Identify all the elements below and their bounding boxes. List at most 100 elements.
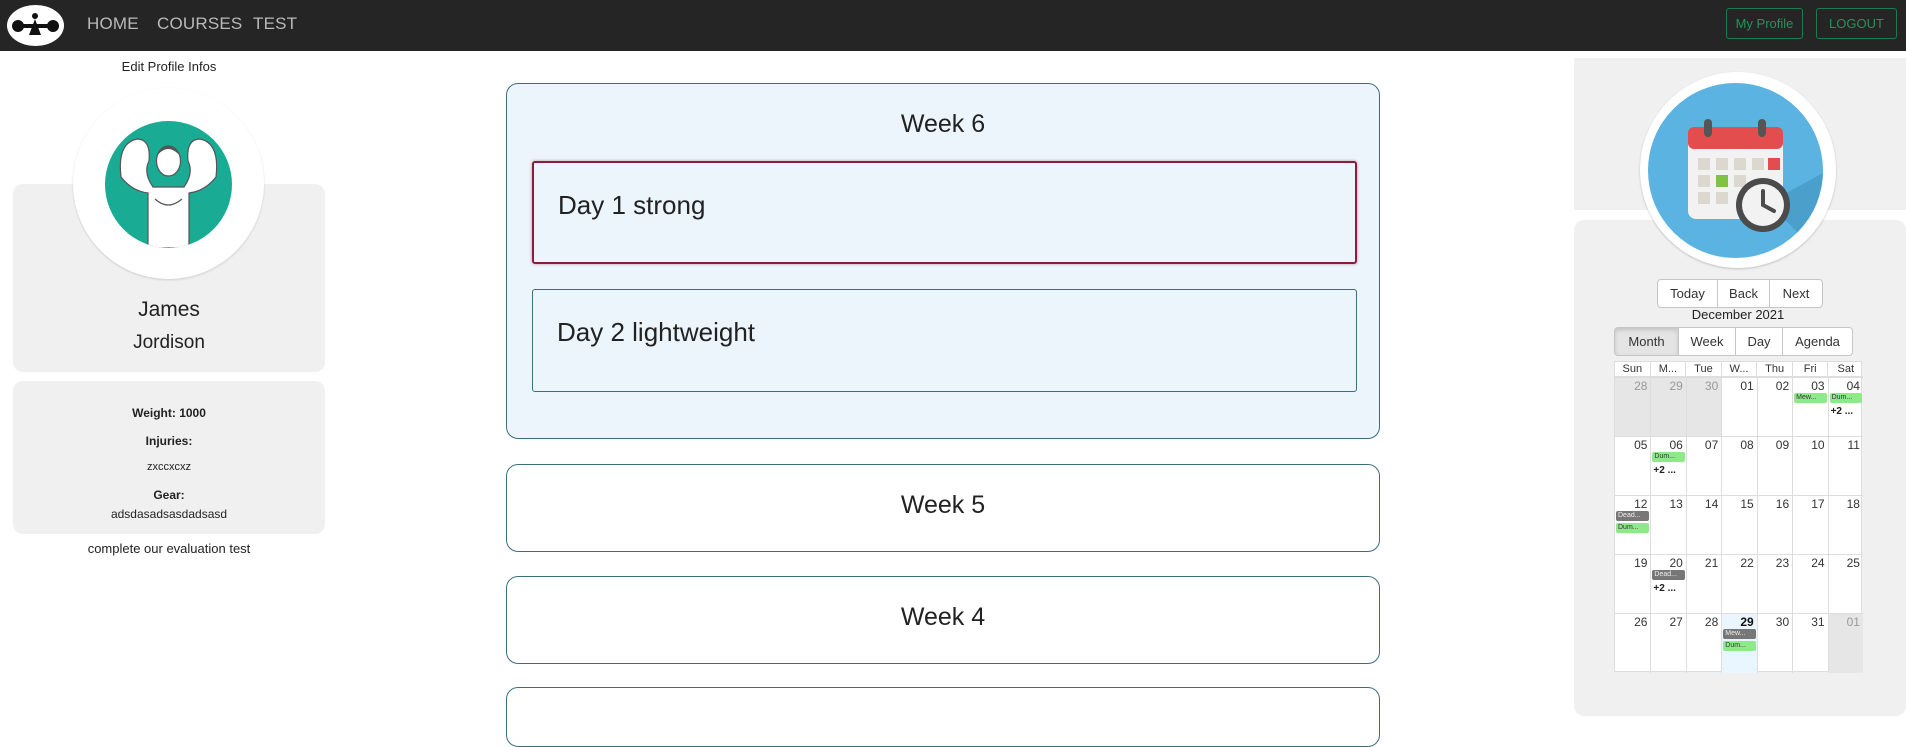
nav-home-link[interactable]: HOME xyxy=(87,14,139,34)
calendar-event[interactable]: Dum... xyxy=(1829,393,1862,403)
calendar-day-cell[interactable]: 15 xyxy=(1721,496,1756,555)
calendar-month-view-button[interactable]: Month xyxy=(1614,327,1679,356)
calendar-date-number[interactable]: 10 xyxy=(1811,438,1824,452)
calendar-date-number[interactable]: 05 xyxy=(1634,438,1647,452)
calendar-day-cell[interactable]: 19 xyxy=(1615,555,1650,614)
calendar-date-number[interactable]: 26 xyxy=(1634,615,1647,629)
calendar-day-cell[interactable]: 21 xyxy=(1685,555,1721,614)
calendar-day-cell[interactable]: 12 Dead... Dum... xyxy=(1615,496,1650,555)
calendar-next-button[interactable]: Next xyxy=(1769,279,1823,308)
calendar-date-number[interactable]: 06 xyxy=(1669,438,1682,452)
calendar-day-cell[interactable]: 22 xyxy=(1721,555,1756,614)
calendar-day-view-button[interactable]: Day xyxy=(1735,327,1783,356)
calendar-event[interactable]: Dead... xyxy=(1652,570,1685,580)
calendar-date-number[interactable]: 30 xyxy=(1776,615,1789,629)
calendar-event[interactable]: Dum... xyxy=(1616,523,1650,533)
week-card-6[interactable]: Week 6 Day 1 strong Day 2 lightweight xyxy=(506,83,1380,439)
week-card-4[interactable]: Week 4 xyxy=(506,576,1380,664)
calendar-day-cell[interactable]: 14 xyxy=(1685,496,1721,555)
calendar-date-number[interactable]: 03 xyxy=(1811,379,1824,393)
calendar-date-number[interactable]: 22 xyxy=(1740,556,1753,570)
calendar-date-number[interactable]: 28 xyxy=(1705,615,1718,629)
calendar-date-number[interactable]: 18 xyxy=(1847,497,1860,511)
calendar-date-number[interactable]: 01 xyxy=(1740,379,1753,393)
calendar-date-number[interactable]: 02 xyxy=(1776,379,1789,393)
calendar-date-number[interactable]: 28 xyxy=(1634,379,1647,393)
calendar-date-number[interactable]: 19 xyxy=(1634,556,1647,570)
calendar-show-more-link[interactable]: +2 ... xyxy=(1831,406,1854,417)
calendar-day-cell[interactable]: 24 xyxy=(1792,555,1827,614)
calendar-date-number[interactable]: 01 xyxy=(1847,615,1860,629)
calendar-day-cell[interactable]: 20 Dead... +2 ... xyxy=(1650,555,1685,614)
calendar-day-cell[interactable]: 03 Mew... xyxy=(1792,378,1827,437)
calendar-date-number[interactable]: 31 xyxy=(1811,615,1824,629)
calendar-event[interactable]: Dead... xyxy=(1616,511,1650,521)
calendar-event[interactable]: Dum... xyxy=(1723,641,1756,651)
calendar-day-cell[interactable]: 10 xyxy=(1792,437,1827,496)
calendar-day-cell[interactable]: 16 xyxy=(1756,496,1792,555)
calendar-date-number[interactable]: 11 xyxy=(1848,438,1860,452)
day-card-2[interactable]: Day 2 lightweight xyxy=(532,289,1357,392)
calendar-date-number[interactable]: 25 xyxy=(1847,556,1860,570)
calendar-day-cell[interactable]: 29 Mew... Dum... xyxy=(1721,614,1757,673)
day-card-1[interactable]: Day 1 strong xyxy=(532,161,1357,264)
calendar-today-button[interactable]: Today xyxy=(1657,279,1718,308)
calendar-event[interactable]: Dum... xyxy=(1652,452,1685,462)
calendar-date-number[interactable]: 29 xyxy=(1740,615,1753,629)
calendar-date-number[interactable]: 30 xyxy=(1705,379,1718,393)
calendar-week-view-button[interactable]: Week xyxy=(1678,327,1736,356)
calendar-date-number[interactable]: 08 xyxy=(1740,438,1753,452)
calendar-day-cell[interactable]: 01 xyxy=(1827,614,1863,673)
calendar-day-cell[interactable]: 31 xyxy=(1792,614,1827,673)
calendar-agenda-view-button[interactable]: Agenda xyxy=(1782,327,1853,356)
calendar-event[interactable]: Mew... xyxy=(1723,629,1756,639)
calendar-date-number[interactable]: 14 xyxy=(1705,497,1718,511)
nav-courses-link[interactable]: COURSES xyxy=(157,14,242,34)
calendar-date-number[interactable]: 07 xyxy=(1705,438,1718,452)
calendar-day-cell[interactable]: 28 xyxy=(1685,614,1721,673)
calendar-date-number[interactable]: 13 xyxy=(1669,497,1682,511)
calendar-show-more-link[interactable]: +2 ... xyxy=(1653,583,1676,594)
calendar-day-cell[interactable]: 04 Dum... +2 ... xyxy=(1827,378,1863,437)
calendar-day-cell[interactable]: 28 xyxy=(1615,378,1651,437)
calendar-day-cell[interactable]: 23 xyxy=(1756,555,1792,614)
calendar-date-number[interactable]: 23 xyxy=(1776,556,1789,570)
calendar-day-cell[interactable]: 09 xyxy=(1756,437,1792,496)
calendar-date-number[interactable]: 29 xyxy=(1669,379,1682,393)
calendar-show-more-link[interactable]: +2 ... xyxy=(1653,465,1676,476)
edit-profile-link[interactable]: Edit Profile Infos xyxy=(0,59,338,74)
calendar-day-cell[interactable]: 06 Dum... +2 ... xyxy=(1650,437,1685,496)
calendar-day-cell[interactable]: 07 xyxy=(1685,437,1721,496)
calendar-day-cell[interactable]: 30 xyxy=(1685,378,1722,437)
calendar-date-number[interactable]: 16 xyxy=(1776,497,1789,511)
logout-button[interactable]: LOGOUT xyxy=(1816,8,1897,39)
calendar-date-number[interactable]: 15 xyxy=(1740,497,1753,511)
evaluation-test-link[interactable]: complete our evaluation test xyxy=(0,541,338,556)
calendar-date-number[interactable]: 04 xyxy=(1847,379,1860,393)
calendar-date-number[interactable]: 24 xyxy=(1811,556,1824,570)
nav-test-link[interactable]: TEST xyxy=(253,14,297,34)
calendar-day-cell[interactable]: 25 xyxy=(1827,555,1863,614)
calendar-day-cell[interactable]: 30 xyxy=(1756,614,1792,673)
calendar-date-number[interactable]: 27 xyxy=(1669,615,1682,629)
calendar-day-cell[interactable]: 02 xyxy=(1756,378,1792,437)
calendar-event[interactable]: Mew... xyxy=(1794,393,1827,403)
calendar-date-number[interactable]: 20 xyxy=(1669,556,1682,570)
calendar-date-number[interactable]: 12 xyxy=(1634,497,1647,511)
calendar-day-cell[interactable]: 01 xyxy=(1721,378,1756,437)
calendar-day-cell[interactable]: 13 xyxy=(1650,496,1685,555)
calendar-date-number[interactable]: 09 xyxy=(1776,438,1789,452)
calendar-date-number[interactable]: 21 xyxy=(1705,556,1718,570)
calendar-day-cell[interactable]: 27 xyxy=(1650,614,1685,673)
calendar-day-cell[interactable]: 17 xyxy=(1792,496,1827,555)
logo-icon[interactable] xyxy=(7,5,64,46)
my-profile-button[interactable]: My Profile xyxy=(1726,8,1803,39)
calendar-day-cell[interactable]: 08 xyxy=(1721,437,1756,496)
calendar-day-cell[interactable]: 29 xyxy=(1650,378,1686,437)
week-card-5[interactable]: Week 5 xyxy=(506,464,1380,552)
calendar-back-button[interactable]: Back xyxy=(1717,279,1770,308)
calendar-day-cell[interactable]: 26 xyxy=(1615,614,1650,673)
week-card-3[interactable] xyxy=(506,687,1380,747)
calendar-day-cell[interactable]: 18 xyxy=(1827,496,1863,555)
calendar-day-cell[interactable]: 11 xyxy=(1827,437,1863,496)
